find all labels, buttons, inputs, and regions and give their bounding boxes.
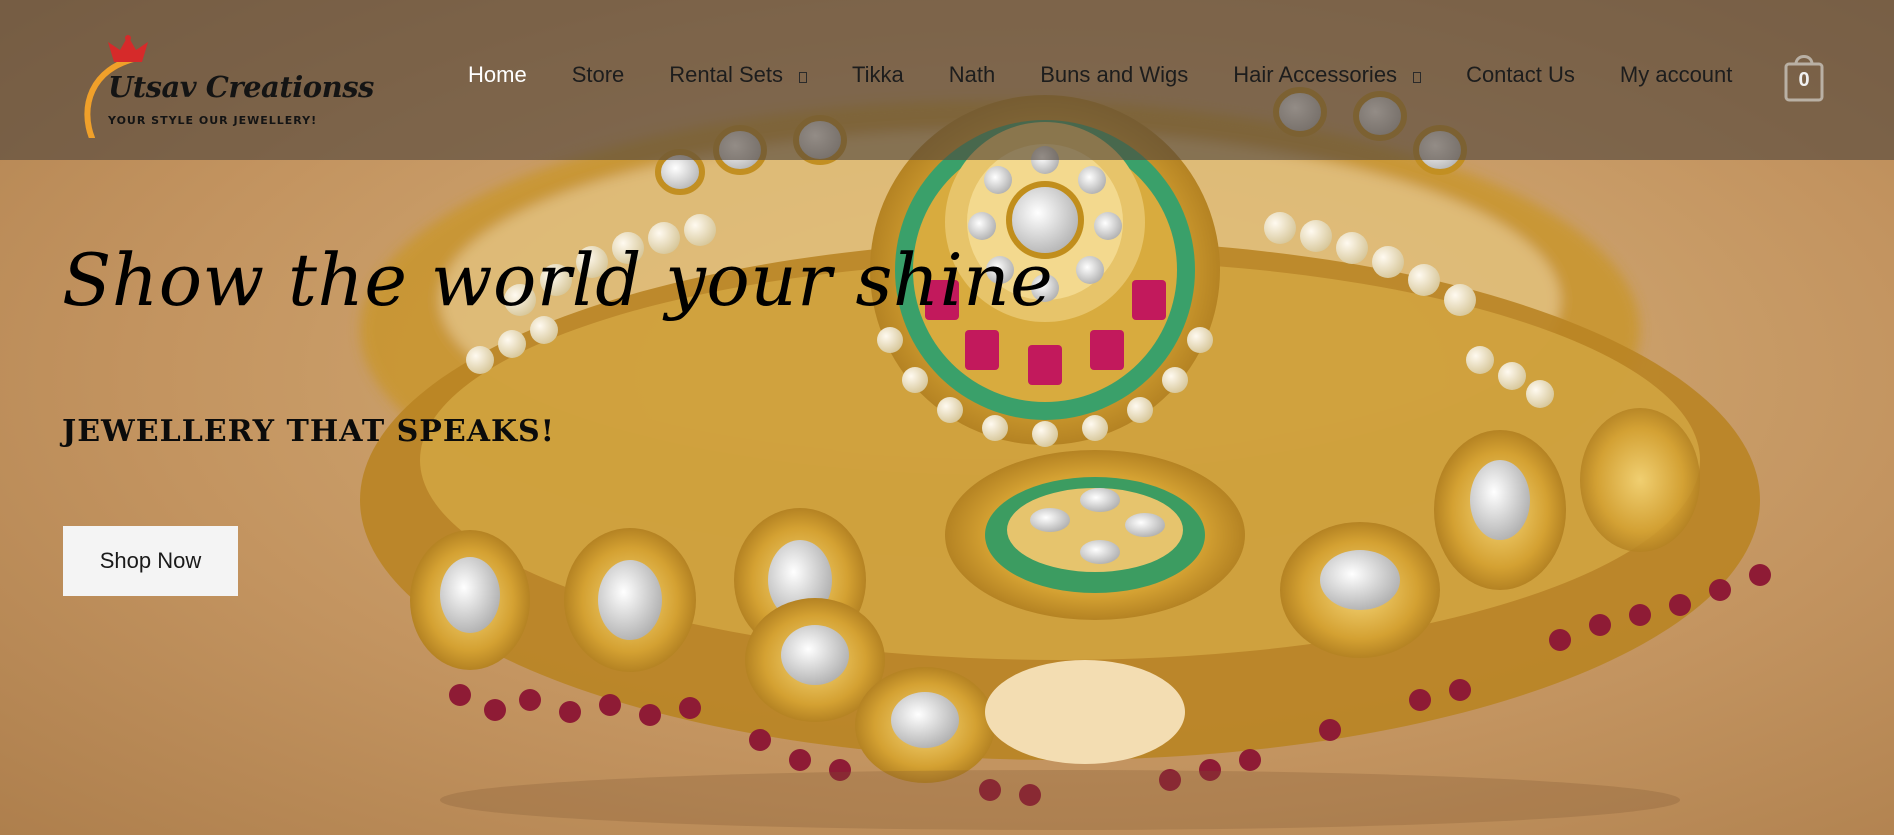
main-navigation: Home Store Rental Sets Tikka Nath Buns a… (468, 62, 1732, 88)
nav-item-label: Tikka (852, 62, 904, 87)
dropdown-arrow-icon[interactable] (1413, 71, 1422, 83)
nav-item-hair-accessories[interactable]: Hair Accessories (1233, 62, 1422, 88)
cart-count-badge: 0 (1798, 69, 1810, 91)
nav-item-label: Hair Accessories (1233, 62, 1398, 87)
nav-item-nath[interactable]: Nath (949, 62, 995, 88)
logo-tagline: YOUR STYLE OUR JEWELLERY! (108, 114, 318, 127)
nav-item-rental-sets[interactable]: Rental Sets (669, 62, 808, 88)
nav-item-label: My account (1619, 62, 1733, 87)
cart-button[interactable]: 0 (1784, 52, 1824, 102)
site-header: Utsav Creationss YOUR STYLE OUR JEWELLER… (0, 0, 1894, 160)
nav-item-label: Store (571, 62, 625, 87)
logo-title: Utsav Creationss (108, 70, 374, 104)
shop-now-button[interactable]: Shop Now (63, 526, 238, 596)
nav-item-label: Rental Sets (669, 62, 784, 87)
nav-item-home[interactable]: Home (468, 62, 527, 88)
nav-item-label: Nath (948, 62, 996, 87)
nav-item-label: Buns and Wigs (1040, 62, 1189, 87)
nav-item-label: Contact Us (1466, 62, 1575, 87)
nav-item-contact-us[interactable]: Contact Us (1466, 62, 1575, 88)
nav-item-my-account[interactable]: My account (1620, 62, 1733, 88)
hero-title: Show the world your shine (62, 238, 1054, 322)
site-logo[interactable]: Utsav Creationss YOUR STYLE OUR JEWELLER… (78, 28, 374, 138)
nav-item-buns-and-wigs[interactable]: Buns and Wigs (1040, 62, 1188, 88)
nav-item-tikka[interactable]: Tikka (852, 62, 904, 88)
nav-item-store[interactable]: Store (572, 62, 625, 88)
hero-subtitle: JEWELLERY THAT SPEAKS! (62, 414, 555, 449)
nav-item-label: Home (468, 62, 527, 87)
dropdown-arrow-icon[interactable] (799, 71, 808, 83)
